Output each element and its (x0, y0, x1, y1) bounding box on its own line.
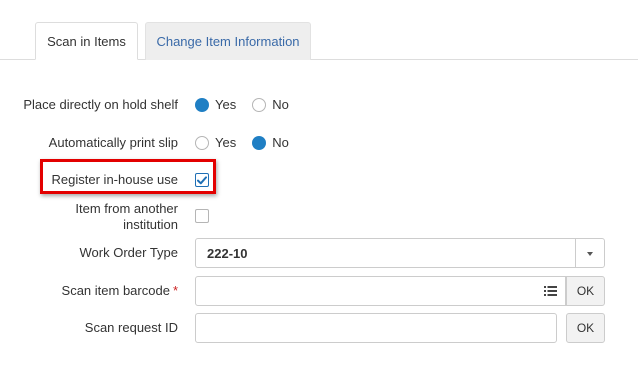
dropdown-toggle[interactable] (575, 239, 604, 267)
tab-bar: Scan in Items Change Item Information (0, 0, 638, 60)
hold-shelf-yes-label: Yes (215, 97, 237, 112)
required-marker: * (172, 283, 178, 298)
other-institution-checkbox[interactable] (195, 209, 209, 223)
request-id-label: Scan request ID (84, 320, 178, 335)
item-barcode-ok-button[interactable]: OK (566, 276, 605, 306)
hold-shelf-no-radio[interactable] (252, 97, 267, 112)
in-house-use-checkbox[interactable] (195, 173, 209, 187)
hold-shelf-yes-radio[interactable] (195, 97, 209, 112)
checkmark-icon (197, 175, 207, 184)
chevron-down-icon (587, 252, 593, 256)
tab-scan-in-items[interactable]: Scan in Items (35, 22, 138, 60)
hold-shelf-label: Place directly on hold shelf (23, 97, 178, 112)
other-institution-label-line2: institution (123, 217, 178, 232)
request-id-input[interactable] (195, 313, 557, 343)
work-order-type-value: 222-10 (207, 246, 248, 261)
tab-change-item-information[interactable]: Change Item Information (145, 22, 311, 60)
work-order-type-select[interactable]: 222-10 (195, 238, 605, 268)
print-slip-no-label: No (272, 135, 289, 150)
list-icon (543, 286, 557, 296)
print-slip-label: Automatically print slip (48, 135, 178, 150)
in-house-use-label: Register in-house use (51, 172, 178, 187)
item-barcode-input[interactable] (195, 276, 536, 306)
request-id-ok-button[interactable]: OK (566, 313, 605, 343)
print-slip-radio-group: Yes No (195, 135, 305, 150)
other-institution-label: Item from another institution (75, 201, 178, 233)
print-slip-yes-label: Yes (215, 135, 237, 150)
item-barcode-label: Scan item barcode * (62, 283, 178, 299)
other-institution-label-line1: Item from another (75, 201, 178, 216)
print-slip-no-radio[interactable] (252, 135, 267, 150)
barcode-list-button[interactable] (535, 276, 566, 306)
hold-shelf-no-label: No (272, 97, 289, 112)
hold-shelf-radio-group: Yes No (195, 97, 305, 112)
work-order-type-label: Work Order Type (79, 245, 179, 260)
item-barcode-label-text: Scan item barcode (61, 283, 170, 298)
print-slip-yes-radio[interactable] (195, 135, 209, 150)
